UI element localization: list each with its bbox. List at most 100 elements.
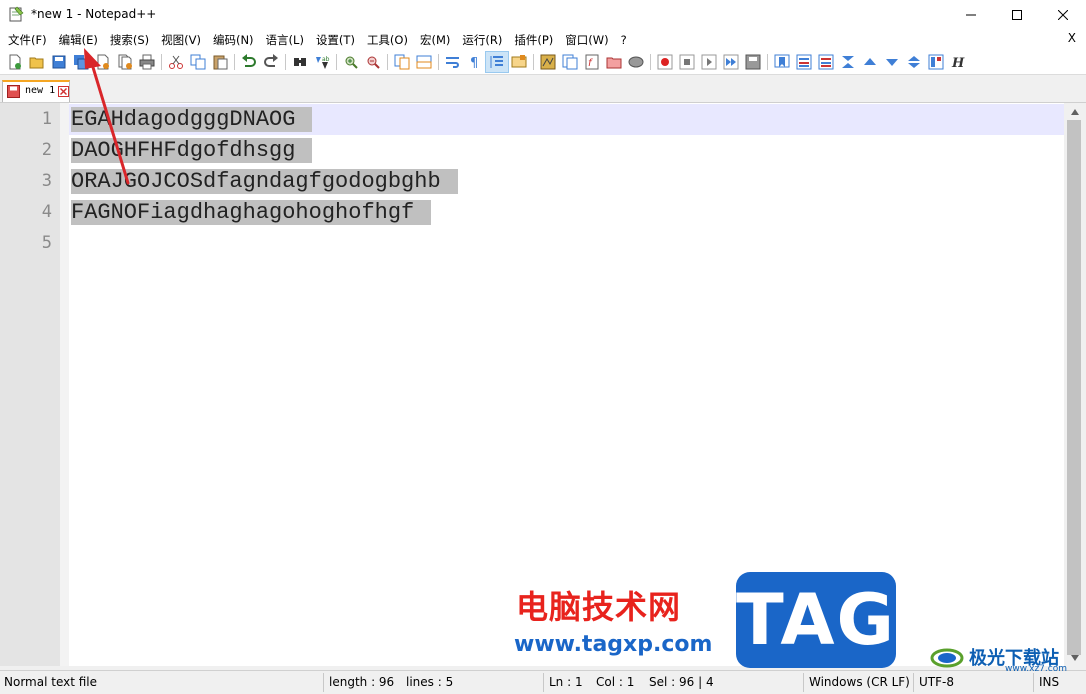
toolbar-separator: [767, 54, 768, 70]
menu-search[interactable]: 搜索(S): [104, 30, 155, 50]
indent-guide-button[interactable]: [485, 51, 509, 73]
minimize-button[interactable]: [948, 0, 994, 30]
menu-file[interactable]: 文件(F): [2, 30, 53, 50]
status-col: Col : 1: [596, 675, 635, 689]
menu-window[interactable]: 窗口(W): [559, 30, 614, 50]
code-line[interactable]: FAGNOFiagdhaghagohoghofhgf: [71, 197, 432, 228]
monitoring-button[interactable]: [625, 52, 647, 72]
watermark-logo: 电脑技术网 www.tagxp.com TAG: [512, 570, 902, 668]
watermark-brand-2: 极光下载站 www.xz7.com: [925, 642, 1085, 674]
function-list-icon: f: [585, 54, 599, 70]
menu-settings[interactable]: 设置(T): [310, 30, 361, 50]
sync-vertical-button[interactable]: [391, 52, 413, 72]
menu-view[interactable]: 视图(V): [155, 30, 207, 50]
close-window-button[interactable]: [1040, 0, 1086, 30]
next-bookmark-button[interactable]: [881, 52, 903, 72]
menu-run[interactable]: 运行(R): [456, 30, 508, 50]
code-line[interactable]: EGAHdagodgggDNAOG: [71, 104, 313, 135]
save-all-button[interactable]: [70, 52, 92, 72]
line-number: 1: [41, 109, 52, 129]
replace-button[interactable]: ab: [311, 52, 333, 72]
stop-record-icon: [679, 54, 695, 70]
maximize-button[interactable]: [994, 0, 1040, 30]
function-list-button[interactable]: f: [581, 52, 603, 72]
watermark-url: www.tagxp.com: [514, 632, 713, 657]
copy-button[interactable]: [187, 52, 209, 72]
close-all-icon: [118, 54, 132, 70]
svg-text:¶: ¶: [470, 56, 478, 70]
find-button[interactable]: [289, 52, 311, 72]
prev-bookmark-button[interactable]: [859, 52, 881, 72]
user-language-button[interactable]: [508, 52, 530, 72]
toolbar-separator: [234, 54, 235, 70]
close-document-button[interactable]: X: [1068, 31, 1076, 45]
open-file-icon: [29, 57, 44, 69]
notepad-plus-plus-icon: [9, 6, 24, 22]
column-editor-icon: [796, 54, 812, 70]
vertical-scrollbar[interactable]: [1064, 103, 1086, 666]
watermark-tag-badge: TAG: [736, 572, 896, 668]
run-macro-multiple-icon: [723, 54, 739, 70]
play-macro-button[interactable]: [698, 52, 720, 72]
close-button[interactable]: [92, 52, 114, 72]
toolbar-separator: [285, 54, 286, 70]
paste-button[interactable]: [209, 52, 231, 72]
aurora-logo-icon: [930, 648, 964, 668]
doc-map-button[interactable]: [537, 52, 559, 72]
heading-button[interactable]: H: [947, 52, 969, 72]
watermark-site-name: 电脑技术网: [516, 588, 682, 626]
open-file-button[interactable]: [26, 52, 48, 72]
scrollbar-thumb[interactable]: [1067, 120, 1081, 655]
show-all-chars-icon: ¶: [470, 56, 478, 70]
status-insert-mode: INS: [1039, 675, 1060, 689]
menu-edit[interactable]: 编辑(E): [53, 30, 104, 50]
close-all-button[interactable]: [114, 52, 136, 72]
word-wrap-icon: [446, 57, 459, 68]
save-macro-button[interactable]: [742, 52, 764, 72]
save-button[interactable]: [48, 52, 70, 72]
collapse-button[interactable]: [837, 52, 859, 72]
undo-button[interactable]: [238, 52, 260, 72]
cut-button[interactable]: [165, 52, 187, 72]
menu-tools[interactable]: 工具(O): [361, 30, 414, 50]
new-file-button[interactable]: [4, 52, 26, 72]
code-line[interactable]: ORAJGOJCOSdfagndagfgodogbghb: [71, 166, 458, 197]
cut-icon: [169, 55, 183, 69]
show-all-chars-button[interactable]: ¶: [464, 52, 486, 72]
svg-text:ab: ab: [322, 56, 330, 63]
tab-new-1[interactable]: new 1: [2, 80, 70, 102]
doc-list-button[interactable]: [559, 52, 581, 72]
redo-button[interactable]: [260, 52, 282, 72]
sync-horizontal-button[interactable]: [413, 52, 435, 72]
column-editor-button[interactable]: [793, 52, 815, 72]
unsaved-file-icon: [7, 85, 20, 98]
code-line[interactable]: DAOGHFHFdgofdhsgg: [71, 135, 313, 166]
run-macro-multiple-button[interactable]: [720, 52, 742, 72]
zoom-in-button[interactable]: [340, 52, 362, 72]
status-separator: [1033, 673, 1034, 692]
folder-workspace-button[interactable]: [603, 52, 625, 72]
stop-record-button[interactable]: [676, 52, 698, 72]
tab-close-icon[interactable]: [58, 86, 69, 97]
copy-icon: [190, 54, 206, 70]
word-wrap-button[interactable]: [442, 52, 464, 72]
menu-encoding[interactable]: 编码(N): [207, 30, 260, 50]
expand-button[interactable]: [903, 52, 925, 72]
bookmark-button[interactable]: [771, 52, 793, 72]
print-button[interactable]: [136, 52, 158, 72]
toolbar-separator: [533, 54, 534, 70]
menu-help[interactable]: ?: [615, 30, 633, 50]
toolbar-separator: [650, 54, 651, 70]
menu-language[interactable]: 语言(L): [260, 30, 310, 50]
zoom-out-button[interactable]: [362, 52, 384, 72]
compare-button[interactable]: [815, 52, 837, 72]
panel-button[interactable]: [925, 52, 947, 72]
expand-icon: [908, 56, 920, 68]
menu-plugins[interactable]: 插件(P): [508, 30, 559, 50]
record-macro-button[interactable]: [654, 52, 676, 72]
menu-macro[interactable]: 宏(M): [414, 30, 456, 50]
scroll-up-button[interactable]: [1064, 103, 1086, 120]
status-separator: [913, 673, 914, 692]
status-length: length : 96: [329, 675, 395, 689]
undo-icon: [242, 54, 256, 67]
